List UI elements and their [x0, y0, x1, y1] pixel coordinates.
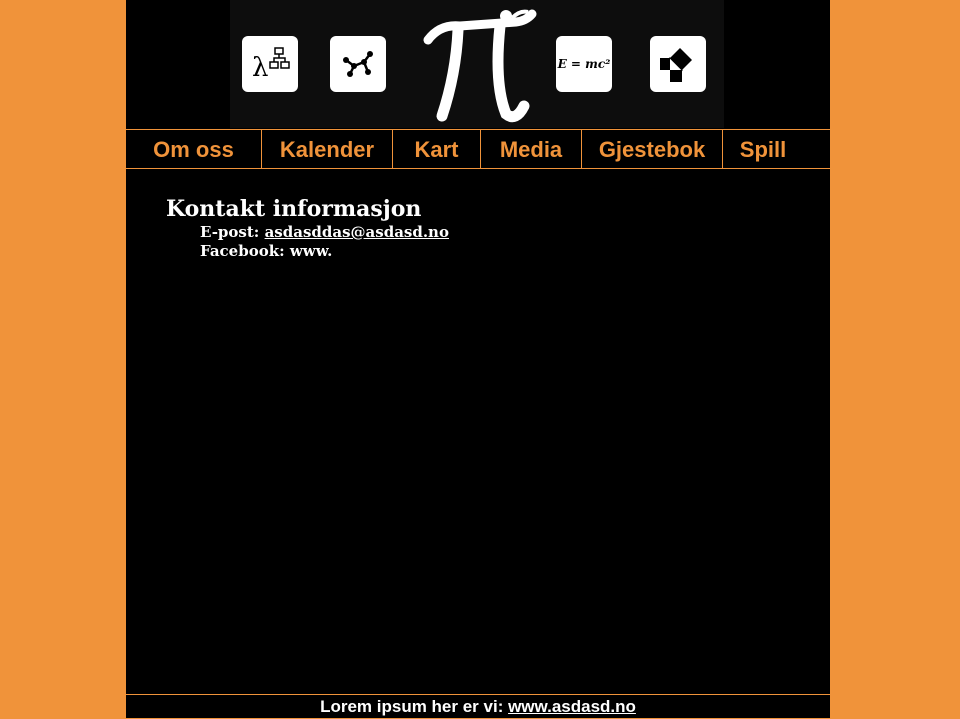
- page-footer: Lorem ipsum her er vi: www.asdasd.no: [126, 694, 830, 719]
- email-link[interactable]: asdasddas@asdasd.no: [265, 223, 449, 241]
- nav-item-kart[interactable]: Kart: [393, 130, 480, 168]
- svg-text:λ: λ: [252, 53, 268, 83]
- lambda-flowchart-icon: λ: [242, 36, 298, 92]
- contact-email-line: E-post: asdasddas@asdasd.no: [200, 223, 449, 241]
- emc2-formula: E = mc²: [557, 57, 611, 71]
- nav-item-gjestebok[interactable]: Gjestebok: [582, 130, 722, 168]
- contact-facebook-line: Facebook: www.: [200, 242, 332, 260]
- page-container: λ E = mc² Om oss Kalender Kart Media Gje…: [126, 0, 830, 718]
- e-equals-mc2-icon: E = mc²: [556, 36, 612, 92]
- contact-heading: Kontakt informasjon: [166, 196, 422, 222]
- facebook-label: Facebook:: [200, 242, 290, 260]
- nav-item-media[interactable]: Media: [481, 130, 581, 168]
- nav-item-spill[interactable]: Spill: [723, 130, 803, 168]
- footer-link[interactable]: www.asdasd.no: [508, 697, 636, 716]
- footer-text: Lorem ipsum her er vi:: [320, 697, 509, 716]
- email-label: E-post:: [200, 223, 265, 241]
- pi-figure-logo: [420, 4, 540, 124]
- nav-item-om-oss[interactable]: Om oss: [126, 130, 261, 168]
- pythagoras-squares-icon: [650, 36, 706, 92]
- nav-item-kalender[interactable]: Kalender: [262, 130, 392, 168]
- facebook-value: www.: [289, 242, 333, 260]
- molecule-graph-icon: [330, 36, 386, 92]
- main-navigation: Om oss Kalender Kart Media Gjestebok Spi…: [126, 129, 830, 169]
- header-banner: λ E = mc²: [230, 0, 724, 128]
